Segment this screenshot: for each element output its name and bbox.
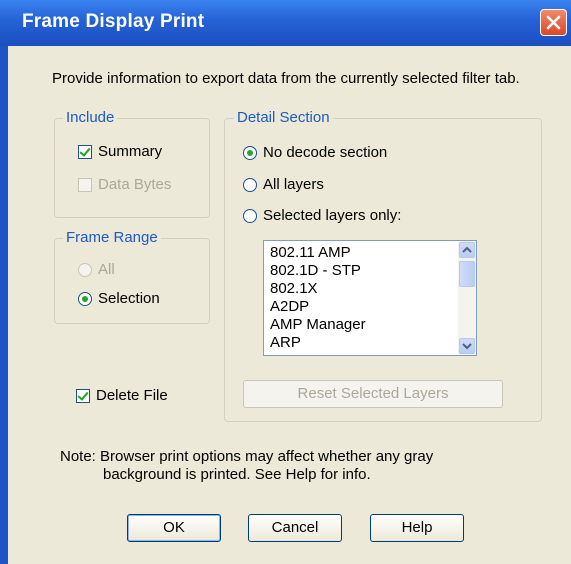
check-icon <box>77 389 89 401</box>
selected-layers-label[interactable]: Selected layers only: <box>263 207 401 224</box>
reset-selected-layers-button[interactable]: Reset Selected Layers <box>243 380 503 408</box>
title-bar[interactable]: Frame Display Print <box>0 0 571 46</box>
selection-label[interactable]: Selection <box>98 290 160 307</box>
close-icon <box>546 15 561 30</box>
data-bytes-label[interactable]: Data Bytes <box>98 176 171 193</box>
data-bytes-checkbox[interactable] <box>78 178 92 192</box>
cancel-button[interactable]: Cancel <box>248 514 342 542</box>
scroll-down-icon <box>462 343 472 350</box>
all-label[interactable]: All <box>98 261 115 278</box>
ok-button[interactable]: OK <box>127 514 221 542</box>
include-group <box>54 118 210 218</box>
scroll-up-button[interactable] <box>459 242 475 258</box>
no-decode-label[interactable]: No decode section <box>263 144 387 161</box>
list-item[interactable]: ARP <box>270 334 301 351</box>
frame-range-legend: Frame Range <box>63 229 161 246</box>
all-layers-label[interactable]: All layers <box>263 176 324 193</box>
help-button[interactable]: Help <box>370 514 464 542</box>
list-item[interactable]: 802.1X <box>270 280 318 297</box>
no-decode-radio[interactable] <box>243 146 257 160</box>
summary-label[interactable]: Summary <box>98 143 162 160</box>
close-button[interactable] <box>540 9 567 36</box>
list-item[interactable]: 802.11 AMP <box>270 244 351 261</box>
dialog-title: Frame Display Print <box>22 11 205 32</box>
list-item[interactable]: AMP Manager <box>270 316 366 333</box>
delete-file-checkbox[interactable] <box>76 389 90 403</box>
layers-scrollbar[interactable] <box>458 241 476 355</box>
list-item[interactable]: A2DP <box>270 298 309 315</box>
note-line-2: background is printed. See Help for info… <box>103 466 371 483</box>
all-layers-radio[interactable] <box>243 178 257 192</box>
check-icon <box>79 145 91 157</box>
include-legend: Include <box>63 109 118 126</box>
selection-radio[interactable] <box>78 292 92 306</box>
note-line-1: Note: Browser print options may affect w… <box>60 448 434 465</box>
delete-file-label[interactable]: Delete File <box>96 387 168 404</box>
detail-section-legend: Detail Section <box>234 109 333 126</box>
summary-checkbox[interactable] <box>78 145 92 159</box>
scroll-up-icon <box>462 246 472 253</box>
scroll-thumb[interactable] <box>459 261 475 287</box>
frame-display-print-dialog: Frame Display Print Provide information … <box>0 0 571 564</box>
layers-listbox[interactable]: 802.11 AMP 802.1D - STP 802.1X A2DP AMP … <box>263 240 477 356</box>
scroll-down-button[interactable] <box>459 338 475 354</box>
all-radio[interactable] <box>78 263 92 277</box>
frame-range-group <box>54 238 210 324</box>
window-left-border <box>0 46 8 564</box>
selected-layers-radio[interactable] <box>243 209 257 223</box>
radio-dot <box>247 150 253 156</box>
list-item[interactable]: 802.1D - STP <box>270 262 361 279</box>
radio-dot <box>82 296 88 302</box>
instruction-text: Provide information to export data from … <box>52 70 520 87</box>
